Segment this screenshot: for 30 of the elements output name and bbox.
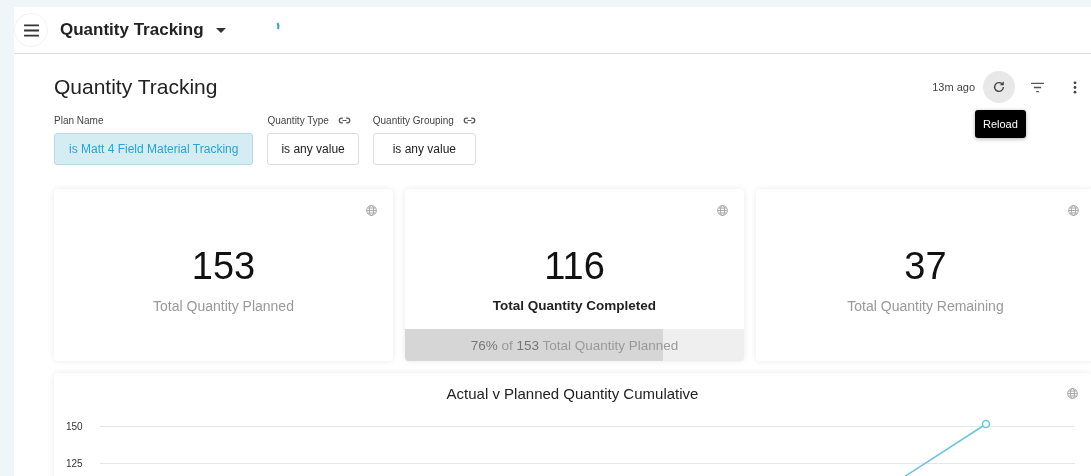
filter-label: Quantity Grouping: [372, 114, 454, 126]
axis-tick-label: 125: [66, 458, 84, 469]
caret-icon: [215, 27, 226, 33]
menu-icon: [22, 23, 40, 37]
tile-label: Total Quantity Planned: [153, 298, 294, 314]
tile-value: 37: [904, 244, 947, 288]
globe-icon: [716, 204, 729, 217]
filter-icon: [1029, 81, 1045, 93]
globe-icon: [1066, 387, 1079, 400]
globe-icon: [365, 204, 378, 217]
more-icon: [1073, 80, 1077, 94]
menu-button[interactable]: [14, 13, 48, 47]
filter-value-button[interactable]: is any value: [372, 133, 476, 165]
chart-title: Actual v Planned Quantity Cumulative: [446, 384, 699, 402]
reload-icon: [992, 80, 1006, 94]
tile-value: 153: [191, 244, 256, 288]
reload-tooltip: Reload: [975, 110, 1026, 138]
tile-label: Total Quantity Completed: [492, 298, 657, 313]
dashboard-title: Quantity Tracking: [54, 75, 218, 99]
last-updated-text: 13m ago: [932, 81, 975, 93]
globe-icon: [1067, 204, 1080, 217]
spinner-icon: [275, 22, 280, 30]
dashboard-title-dropdown[interactable]: Quantity Tracking: [48, 20, 226, 40]
axis-tick-label: 150: [66, 421, 84, 432]
tile-value: 116: [544, 244, 605, 288]
progress-text: 76% of 153 Total Quantity Planned: [470, 337, 679, 353]
filter-label: Plan Name: [54, 114, 104, 126]
filter-label: Quantity Type: [267, 114, 329, 126]
tile-label: Total Quantity Remaining: [847, 298, 1004, 314]
filter-value-button[interactable]: is any value: [267, 133, 359, 165]
